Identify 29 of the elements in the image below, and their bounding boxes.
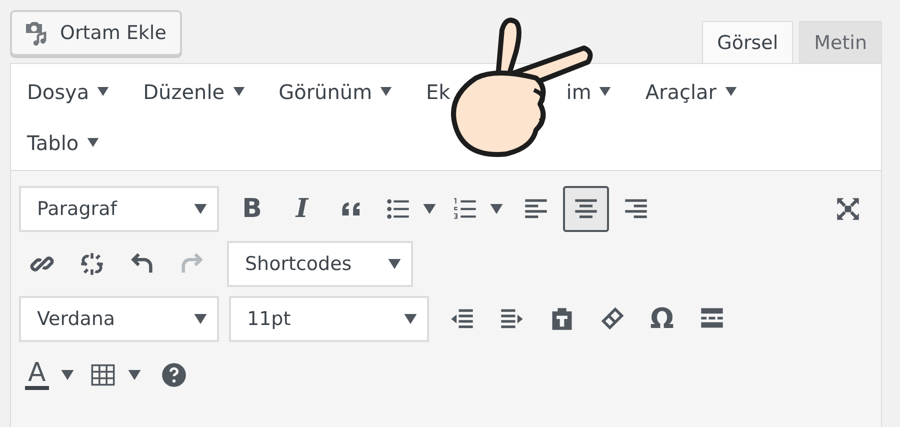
dropdown[interactable]: Paragraf xyxy=(19,186,219,232)
add-media-button[interactable]: Ortam Ekle xyxy=(10,10,182,56)
numbered-list-icon xyxy=(452,196,478,222)
dropdown[interactable]: Verdana xyxy=(19,296,219,342)
toolbar-button[interactable] xyxy=(563,186,609,232)
fullscreen-icon xyxy=(835,196,861,222)
menu-item[interactable]: Ek xyxy=(416,80,460,104)
dropdown[interactable]: 11pt xyxy=(229,296,429,342)
toolbar-button[interactable]: B xyxy=(229,186,275,232)
toolbar-button[interactable]: Ω xyxy=(639,296,685,342)
menu-item[interactable]: im xyxy=(556,80,622,104)
editor-tab[interactable]: Görsel xyxy=(702,21,794,63)
caret-icon xyxy=(388,259,401,269)
menu-item[interactable]: Dosya xyxy=(17,80,120,104)
table-icon xyxy=(90,362,116,388)
menu-item[interactable]: Araçlar xyxy=(635,80,747,104)
help-icon xyxy=(160,362,187,388)
editor-tab[interactable]: Metin xyxy=(799,21,882,63)
unlink-icon xyxy=(79,251,105,277)
caret-icon xyxy=(404,314,417,324)
eraser-icon xyxy=(599,306,625,332)
menu-item[interactable]: Görünüm xyxy=(268,80,402,104)
caret-icon xyxy=(194,314,207,324)
caret-icon xyxy=(194,204,207,214)
toolbar-button[interactable]: A xyxy=(19,352,80,398)
toolbar-button[interactable]: I xyxy=(279,186,325,232)
menu-item[interactable]: Düzenle xyxy=(133,80,255,104)
menu-item[interactable]: Tablo xyxy=(17,130,109,154)
dropdown[interactable]: Shortcodes xyxy=(227,241,413,287)
